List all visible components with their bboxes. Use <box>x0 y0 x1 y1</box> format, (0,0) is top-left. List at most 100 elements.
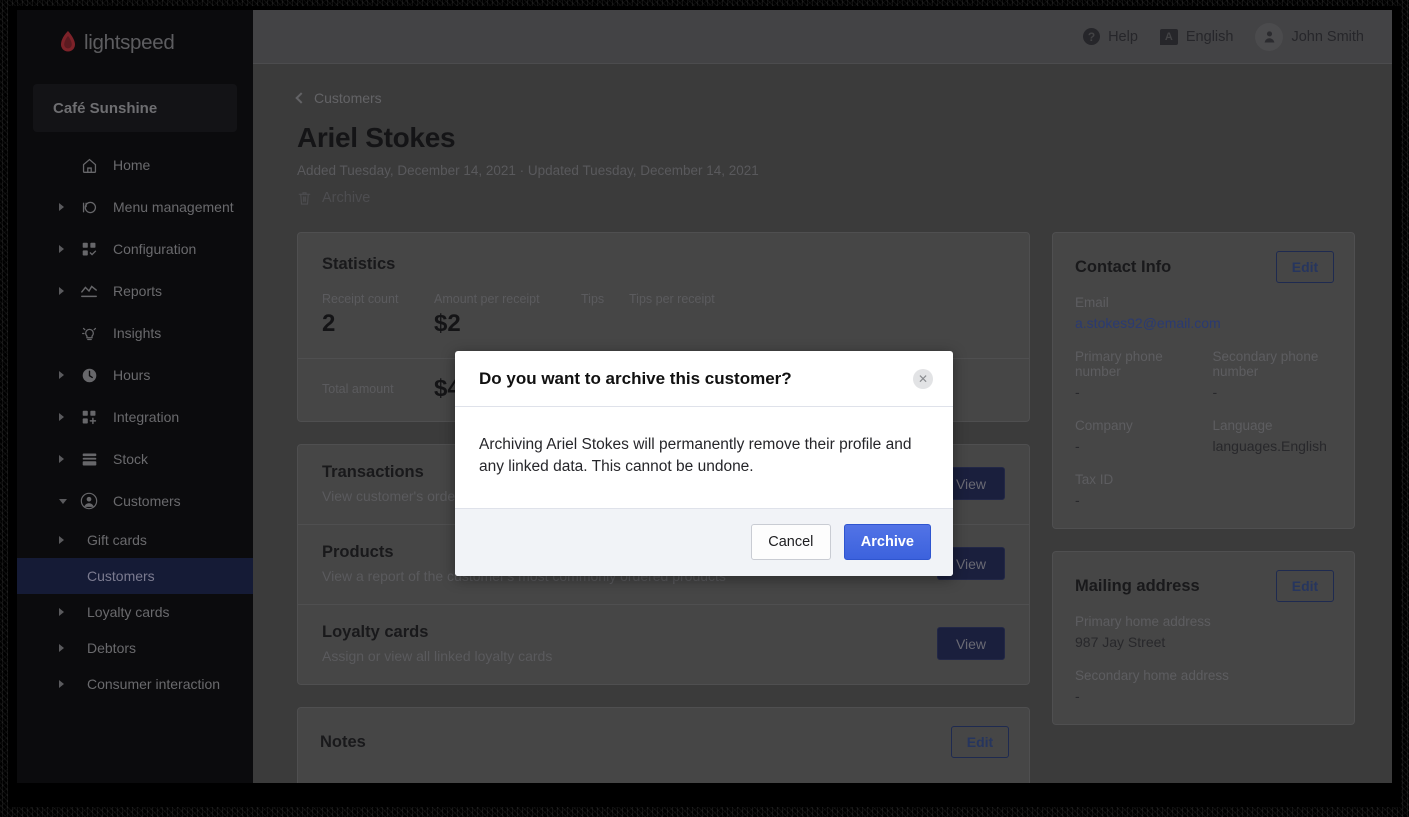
edit-mailing-address-button[interactable]: Edit <box>1276 570 1334 602</box>
field-label: Language <box>1212 418 1273 433</box>
sidebar-item-label: Stock <box>113 451 149 467</box>
field-company-language: Company - Language languages.English <box>1075 418 1332 454</box>
field-label: Primary home address <box>1075 614 1211 629</box>
sidebar-nav: Home Menu management Configuration Repor… <box>17 144 253 702</box>
action-description: View customer's orders <box>322 488 467 504</box>
sidebar-subitem-label: Consumer interaction <box>87 676 221 692</box>
chevron-left-icon <box>295 91 307 104</box>
field-language: Language languages.English <box>1213 418 1333 454</box>
field-label: Company <box>1075 418 1133 433</box>
top-header-bar: ? Help A English John Smith <box>253 10 1392 64</box>
stat-label: Amount per receipt <box>434 292 540 306</box>
stat-label: Tips per receipt <box>629 292 715 306</box>
dialog-title: Do you want to archive this customer? <box>479 369 792 388</box>
sidebar-subitem-debtors[interactable]: Debtors <box>17 630 253 666</box>
translate-icon: A <box>1159 28 1178 45</box>
sidebar-item-integration[interactable]: Integration <box>17 396 253 438</box>
sidebar-item-label: Customers <box>113 493 181 509</box>
stat-tips-per-receipt: Tips per receipt <box>629 292 715 338</box>
sidebar-item-label: Insights <box>113 325 162 341</box>
stat-label: Tips <box>581 292 605 306</box>
chevron-right-icon <box>59 371 64 379</box>
field-value: - <box>1075 688 1080 704</box>
breadcrumb[interactable]: Customers <box>295 90 1350 106</box>
dialog-header: Do you want to archive this customer? ✕ <box>455 351 953 407</box>
total-label: Total amount <box>322 382 394 396</box>
dialog-body-text: Archiving Ariel Stokes will permanently … <box>455 407 953 509</box>
sidebar-subitem-label: Debtors <box>87 640 137 656</box>
field-value: - <box>1075 384 1080 400</box>
notes-card: Notes Edit <box>297 707 1030 783</box>
chevron-down-icon <box>59 498 67 504</box>
contact-info-header: Contact Info Edit <box>1053 233 1354 295</box>
brand-logo[interactable]: lightspeed <box>17 10 253 76</box>
user-name: John Smith <box>1291 28 1364 45</box>
sidebar-item-label: Configuration <box>113 241 197 257</box>
sidebar-subitem-consumer-interaction[interactable]: Consumer interaction <box>17 666 253 702</box>
sidebar-item-label: Hours <box>113 367 151 383</box>
chevron-right-icon <box>59 245 64 253</box>
contact-info-title: Contact Info <box>1075 257 1172 276</box>
notes-title: Notes <box>320 732 366 751</box>
sidebar-item-configuration[interactable]: Configuration <box>17 228 253 270</box>
field-value: 987 Jay Street <box>1075 634 1166 650</box>
reports-icon <box>79 281 99 301</box>
chevron-right-icon <box>59 536 64 544</box>
sidebar-subitem-loyalty-cards[interactable]: Loyalty cards <box>17 594 253 630</box>
chevron-right-icon <box>59 203 64 211</box>
statistics-header: Statistics <box>298 233 1029 274</box>
sidebar-item-menu-management[interactable]: Menu management <box>17 186 253 228</box>
user-circle-icon <box>79 491 99 511</box>
cancel-button[interactable]: Cancel <box>750 524 831 560</box>
avatar <box>1255 22 1284 51</box>
sidebar-subitem-customers[interactable]: Customers <box>17 558 253 594</box>
sidebar-item-stock[interactable]: Stock <box>17 438 253 480</box>
stat-value: $2 <box>434 310 461 337</box>
sidebar: lightspeed Café Sunshine Home Menu manag… <box>17 10 253 783</box>
field-value: languages.English <box>1212 438 1327 454</box>
sidebar-item-insights[interactable]: Insights <box>17 312 253 354</box>
sidebar-subitem-gift-cards[interactable]: Gift cards <box>17 522 253 558</box>
help-button[interactable]: ? Help <box>1083 28 1138 45</box>
venue-selector[interactable]: Café Sunshine <box>33 84 237 132</box>
chevron-right-icon <box>59 413 64 421</box>
action-description: Assign or view all linked loyalty cards <box>322 648 553 664</box>
configuration-icon <box>79 239 99 259</box>
action-title: Transactions <box>322 463 424 481</box>
chevron-right-icon <box>59 680 64 688</box>
sidebar-item-home[interactable]: Home <box>17 144 253 186</box>
user-menu[interactable]: John Smith <box>1255 22 1364 51</box>
email-link[interactable]: a.stokes92@email.com <box>1075 315 1332 331</box>
venue-name: Café Sunshine <box>53 99 158 117</box>
help-label: Help <box>1108 28 1138 45</box>
edit-notes-button[interactable]: Edit <box>951 726 1009 758</box>
clock-icon <box>79 365 99 385</box>
contact-info-body: Email a.stokes92@email.com Primary phone… <box>1053 295 1354 528</box>
stat-label: Receipt count <box>322 292 399 306</box>
right-column: Contact Info Edit Email a.stokes92@email… <box>1052 232 1355 783</box>
contact-info-card: Contact Info Edit Email a.stokes92@email… <box>1052 232 1355 529</box>
sidebar-subitem-label: Loyalty cards <box>87 604 170 620</box>
field-label: Primary phone number <box>1075 349 1163 379</box>
field-label: Tax ID <box>1075 472 1114 487</box>
field-label: Email <box>1075 295 1109 310</box>
sidebar-subitem-label: Customers <box>87 568 155 584</box>
close-icon[interactable]: ✕ <box>913 369 933 389</box>
sidebar-item-customers[interactable]: Customers <box>17 480 253 522</box>
chevron-right-icon <box>59 455 64 463</box>
language-selector[interactable]: A English <box>1159 28 1233 45</box>
archive-button[interactable]: Archive <box>297 190 1350 206</box>
mailing-address-header: Mailing address Edit <box>1053 552 1354 614</box>
integration-icon <box>79 407 99 427</box>
statistics-title: Statistics <box>322 255 396 273</box>
sidebar-item-hours[interactable]: Hours <box>17 354 253 396</box>
sidebar-item-reports[interactable]: Reports <box>17 270 253 312</box>
menu-management-icon <box>79 197 99 217</box>
brand-name: lightspeed <box>84 31 175 54</box>
mailing-address-body: Primary home address 987 Jay Street Seco… <box>1053 614 1354 724</box>
view-loyalty-cards-button[interactable]: View <box>937 627 1005 660</box>
sidebar-item-label: Reports <box>113 283 163 299</box>
confirm-archive-button[interactable]: Archive <box>843 524 931 560</box>
chevron-right-icon <box>59 644 64 652</box>
edit-contact-info-button[interactable]: Edit <box>1276 251 1334 283</box>
